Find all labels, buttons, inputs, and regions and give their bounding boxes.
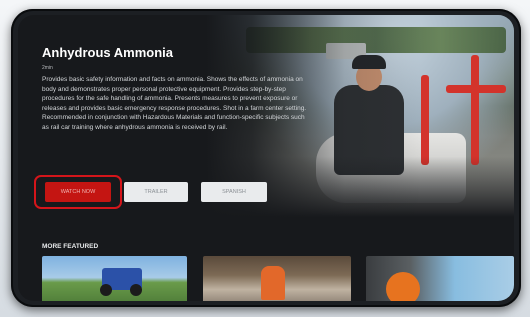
trailer-button[interactable]: TRAILER — [124, 182, 188, 202]
driver-graphic — [386, 272, 420, 301]
worker-graphic — [261, 266, 285, 300]
featured-thumbnail[interactable] — [203, 256, 351, 301]
more-featured-heading: MORE FEATURED — [42, 243, 99, 250]
video-duration: 2min — [42, 65, 53, 71]
tractor-wheel — [130, 284, 142, 296]
page-background: Anhydrous Ammonia 2min Provides basic sa… — [0, 0, 530, 317]
watch-button-highlight — [34, 175, 122, 209]
spanish-button[interactable]: SPANISH — [201, 182, 267, 202]
video-description: Provides basic safety information and fa… — [42, 76, 307, 131]
featured-thumbnail[interactable] — [366, 256, 514, 301]
featured-thumbnail[interactable] — [42, 256, 187, 301]
app-screen: Anhydrous Ammonia 2min Provides basic sa… — [18, 15, 514, 301]
tv-bezel: Anhydrous Ammonia 2min Provides basic sa… — [11, 9, 521, 307]
page-title: Anhydrous Ammonia — [42, 45, 173, 60]
tractor-wheel — [100, 284, 112, 296]
